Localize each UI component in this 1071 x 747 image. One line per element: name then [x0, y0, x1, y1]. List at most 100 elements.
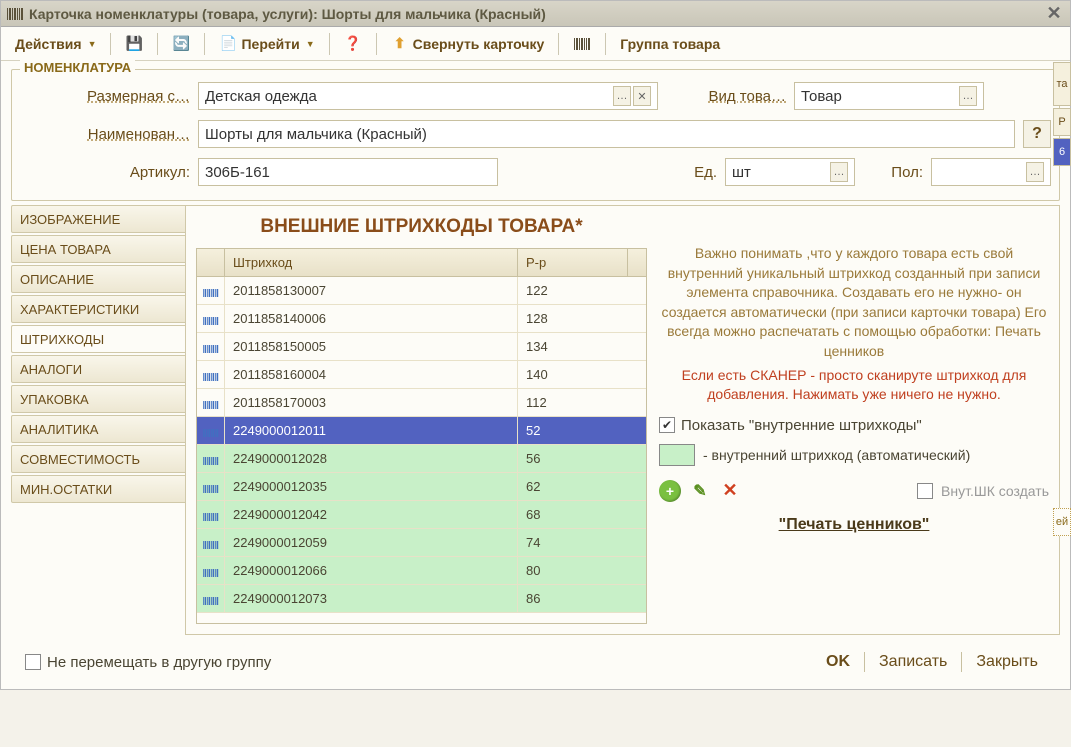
save-button[interactable]: Записать [871, 649, 955, 675]
action-row: + ✎ ✕ Внут.ШК создать [659, 480, 1049, 502]
size-cell: 140 [518, 361, 646, 388]
ellipsis-button[interactable]: … [959, 86, 977, 106]
table-row[interactable]: 224900001206680 [197, 557, 646, 585]
actions-menu[interactable]: Действия▼ [7, 30, 104, 58]
goto-icon: 📄 [219, 35, 237, 53]
name-help-button[interactable]: ? [1023, 120, 1051, 148]
separator [376, 33, 377, 55]
size-cell: 122 [518, 277, 646, 304]
tab-аналитика[interactable]: АНАЛИТИКА [11, 415, 186, 443]
unit-field[interactable]: шт … [725, 158, 855, 186]
name-field[interactable]: Шорты для мальчика (Красный) [198, 120, 1015, 148]
save-icon-button[interactable]: 💾 [117, 30, 151, 58]
info-text-2: Если есть СКАНЕР - просто сканируте штри… [659, 366, 1049, 405]
table-row[interactable]: 2011858130007122 [197, 277, 646, 305]
col-size[interactable]: Р-р [518, 249, 628, 276]
table-row[interactable]: 2011858160004140 [197, 361, 646, 389]
window-title: Карточка номенклатуры (товара, услуги): … [29, 6, 1044, 22]
help-button[interactable]: ❓ [336, 30, 370, 58]
table-row[interactable]: 224900001201152 [197, 417, 646, 445]
kind-field[interactable]: Товар … [794, 82, 984, 110]
footer: Не перемещать в другую группу OK Записат… [11, 639, 1060, 685]
tab-изображение[interactable]: ИЗОБРАЖЕНИЕ [11, 205, 186, 233]
fieldset-legend: НОМЕНКЛАТУРА [20, 60, 135, 75]
gender-field[interactable]: … [931, 158, 1051, 186]
row-icon [197, 333, 225, 360]
article-field[interactable]: 306Б-161 [198, 158, 498, 186]
goto-menu[interactable]: 📄Перейти▼ [211, 30, 322, 58]
size-cell: 134 [518, 333, 646, 360]
legend-text: - внутренний штрихкод (автоматический) [703, 447, 970, 463]
group-button[interactable]: Группа товара [612, 30, 728, 58]
checkbox-icon[interactable]: ✔ [659, 417, 675, 433]
tab-штрихкоды[interactable]: ШТРИХКОДЫ [11, 325, 186, 353]
tab-описание[interactable]: ОПИСАНИЕ [11, 265, 186, 293]
side-cell: 6 [1053, 138, 1071, 166]
arrow-up-icon: ⬆ [391, 35, 409, 53]
table-row[interactable]: 2011858140006128 [197, 305, 646, 333]
delete-button[interactable]: ✕ [719, 480, 741, 502]
barcode-icon [7, 6, 23, 22]
ellipsis-button[interactable]: … [613, 86, 631, 106]
edit-button[interactable]: ✎ [689, 480, 711, 502]
side-cell: та [1053, 62, 1071, 106]
refresh-icon-button[interactable]: 🔄 [164, 30, 198, 58]
col-barcode[interactable]: Штрихкод [225, 249, 518, 276]
unit-label: Ед. [677, 164, 717, 181]
collapse-button[interactable]: ⬆Свернуть карточку [383, 30, 553, 58]
tab-характеристики[interactable]: ХАРАКТЕРИСТИКИ [11, 295, 186, 323]
tab-совместимость[interactable]: СОВМЕСТИМОСТЬ [11, 445, 186, 473]
ok-button[interactable]: OK [818, 649, 858, 675]
nomenclature-fieldset: НОМЕНКЛАТУРА Размерная с… Детская одежда… [11, 69, 1060, 201]
row-icon [197, 305, 225, 332]
close-button[interactable]: Закрыть [968, 649, 1046, 675]
table-row[interactable]: 224900001202856 [197, 445, 646, 473]
row-icon [197, 417, 225, 444]
barcode-cell: 2011858140006 [225, 305, 518, 332]
checkbox-icon[interactable] [917, 483, 933, 499]
background-strip: та Р 6 ей [1053, 62, 1071, 538]
ellipsis-button[interactable]: … [830, 162, 848, 182]
tabs: ИЗОБРАЖЕНИЕЦЕНА ТОВАРАОПИСАНИЕХАРАКТЕРИС… [11, 205, 186, 635]
clear-button[interactable]: ✕ [633, 86, 651, 106]
close-icon[interactable]: ✕ [1044, 4, 1064, 24]
barcode-cell: 2249000012028 [225, 445, 518, 472]
content-title: ВНЕШНИЕ ШТРИХКОДЫ ТОВАРА* [196, 216, 647, 238]
tab-цена товара[interactable]: ЦЕНА ТОВАРА [11, 235, 186, 263]
size-cell: 112 [518, 389, 646, 416]
table-body[interactable]: 2011858130007122201185814000612820118581… [197, 277, 646, 623]
row-icon [197, 585, 225, 612]
barcode-cell: 2249000012059 [225, 529, 518, 556]
separator [329, 33, 330, 55]
chevron-down-icon: ▼ [88, 39, 97, 49]
tab-аналоги[interactable]: АНАЛОГИ [11, 355, 186, 383]
separator [157, 33, 158, 55]
table-row[interactable]: 224900001204268 [197, 501, 646, 529]
gender-label: Пол: [863, 164, 923, 181]
size-series-field[interactable]: Детская одежда …✕ [198, 82, 658, 110]
table-row[interactable]: 2011858170003112 [197, 389, 646, 417]
table-header: Штрихкод Р-р [197, 249, 646, 277]
add-button[interactable]: + [659, 480, 681, 502]
barcode-cell: 2011858150005 [225, 333, 518, 360]
barcode-cell: 2011858160004 [225, 361, 518, 388]
refresh-icon: 🔄 [172, 35, 190, 53]
table-row[interactable]: 224900001207386 [197, 585, 646, 613]
ellipsis-button[interactable]: … [1026, 162, 1044, 182]
table-row[interactable]: 224900001203562 [197, 473, 646, 501]
barcode-table: Штрихкод Р-р 201185813000712220118581400… [196, 248, 647, 624]
barcode-cell: 2011858170003 [225, 389, 518, 416]
barcode-tool-button[interactable] [565, 30, 599, 58]
checkbox-icon[interactable] [25, 654, 41, 670]
info-text-1: Важно понимать ,что у каждого товара ест… [659, 244, 1049, 362]
size-cell: 56 [518, 445, 646, 472]
print-labels-link[interactable]: "Печать ценников" [659, 516, 1049, 534]
tab-упаковка[interactable]: УПАКОВКА [11, 385, 186, 413]
show-internal-checkbox-row[interactable]: ✔ Показать "внутренние штрихкоды" [659, 417, 1049, 434]
col-icon [197, 249, 225, 276]
barcode-cell: 2011858130007 [225, 277, 518, 304]
table-row[interactable]: 224900001205974 [197, 529, 646, 557]
size-cell: 80 [518, 557, 646, 584]
table-row[interactable]: 2011858150005134 [197, 333, 646, 361]
tab-мин.остатки[interactable]: МИН.ОСТАТКИ [11, 475, 186, 503]
